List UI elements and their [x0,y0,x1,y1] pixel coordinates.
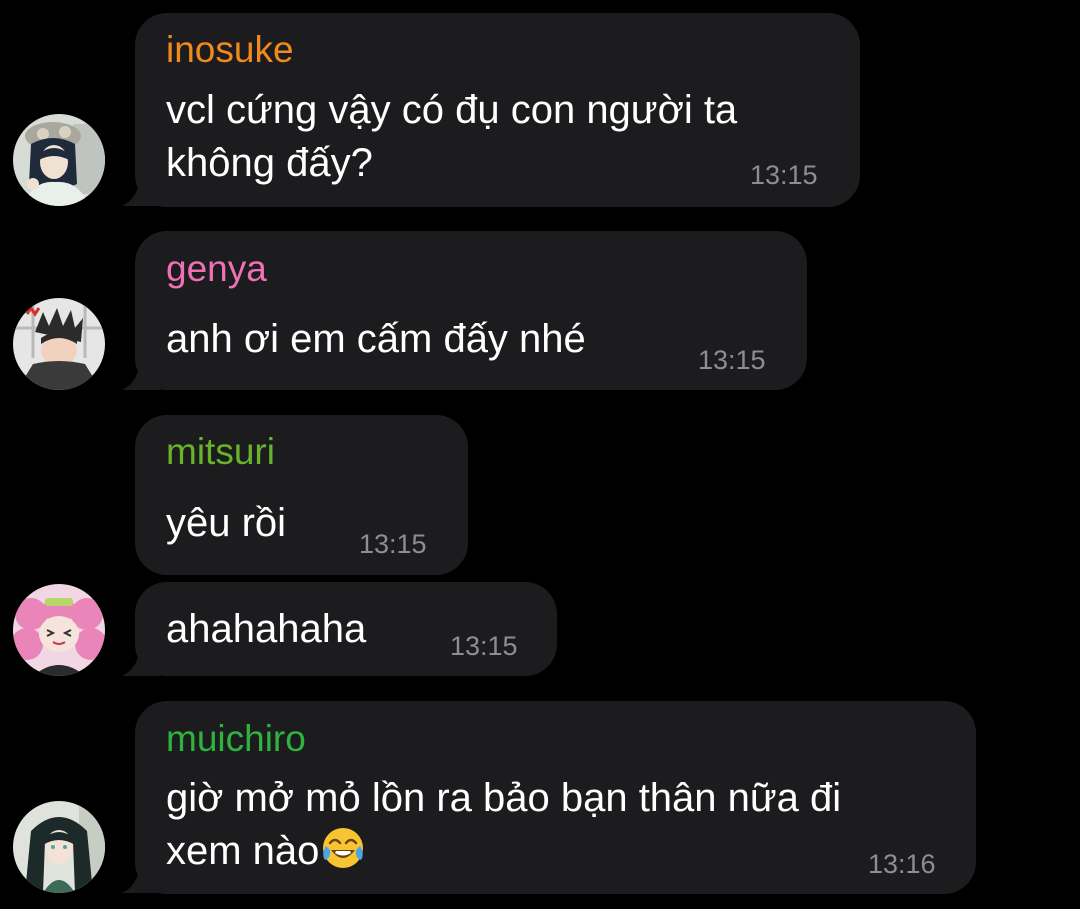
message-text: không đấy? [166,141,373,185]
message-bubble[interactable]: genya anh ơi em cấm đấy nhé 13:15 [135,231,807,390]
avatar-inosuke[interactable] [13,114,105,206]
message-bubble[interactable]: muichiro giờ mở mỏ lồn ra bảo bạn thân n… [135,701,976,894]
message-bubble[interactable]: mitsuri yêu rồi 13:15 [135,415,468,575]
message-timestamp: 13:15 [359,529,427,559]
sender-name[interactable]: inosuke [166,28,294,72]
avatar-mitsuri[interactable] [13,584,105,676]
face-with-tears-of-joy-emoji [321,826,365,883]
message-text: xem nào [166,829,320,873]
message-text: vcl cứng vậy có đụ con người ta [166,88,738,132]
message-timestamp: 13:16 [868,849,936,879]
message-bubble[interactable]: ahahahaha 13:15 [135,582,557,676]
message-text: yêu rồi [166,501,287,545]
avatar-genya[interactable] [13,298,105,390]
chat-area: inosuke vcl cứng vậy có đụ con người ta … [0,0,1080,909]
message-timestamp: 13:15 [698,345,766,375]
sender-name[interactable]: mitsuri [166,430,275,474]
sender-name[interactable]: genya [166,247,267,291]
message-bubble[interactable]: inosuke vcl cứng vậy có đụ con người ta … [135,13,860,207]
avatar-muichiro[interactable] [13,801,105,893]
message-text: anh ơi em cấm đấy nhé [166,317,586,361]
message-timestamp: 13:15 [450,631,518,661]
message-text-line-2: xem nào [166,825,365,883]
message-text: giờ mở mỏ lồn ra bảo bạn thân nữa đi [166,776,842,820]
sender-name[interactable]: muichiro [166,717,306,761]
message-text: ahahahaha [166,607,367,651]
message-timestamp: 13:15 [750,160,818,190]
